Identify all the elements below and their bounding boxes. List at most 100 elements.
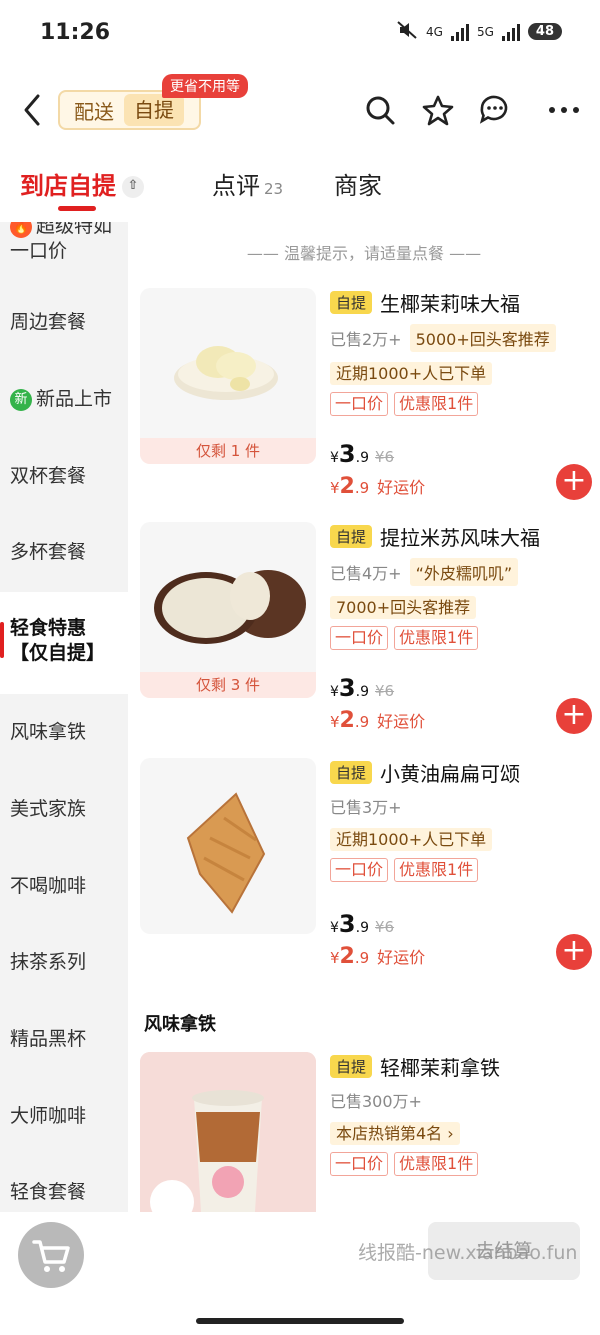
pickup-tag: 自提 bbox=[330, 290, 373, 314]
status-time: 11:26 bbox=[40, 20, 111, 45]
product-image[interactable] bbox=[140, 1052, 316, 1212]
deal-label: 好运价 bbox=[377, 478, 426, 497]
deal-decimal: .9 bbox=[354, 479, 370, 497]
sidebar-item-sublabel: 【仅自提】 bbox=[10, 642, 106, 664]
back-arrow-icon[interactable] bbox=[18, 92, 48, 128]
product-card[interactable]: 自提 轻椰茉莉拿铁 已售300万+ 本店热销第4名 › 一口价 优惠限1件 bbox=[140, 1052, 592, 1212]
product-card[interactable]: 自提 小黄油扁扁可颂 已售3万+ 近期1000+人已下单 一口价 优惠限1件 ¥3.… bbox=[140, 758, 592, 983]
search-icon[interactable] bbox=[364, 94, 396, 126]
price-decimal: .9 bbox=[355, 920, 369, 936]
product-image[interactable] bbox=[140, 758, 316, 934]
sidebar-item-label: 多杯套餐 bbox=[10, 541, 87, 563]
orders-badge: 近期1000+人已下单 bbox=[330, 362, 493, 385]
pickup-tag: 自提 bbox=[330, 760, 373, 784]
sidebar-item-label: 轻食特惠 bbox=[10, 617, 87, 639]
add-to-cart-button[interactable]: + bbox=[556, 464, 592, 500]
sidebar-item-matcha[interactable]: 抹茶系列 bbox=[0, 950, 128, 975]
deal-decimal: .9 bbox=[354, 949, 370, 967]
recommend-badge: 7000+回头客推荐 bbox=[330, 596, 477, 619]
sidebar-item-double-cup[interactable]: 双杯套餐 bbox=[0, 464, 128, 489]
tab-merchant[interactable]: 商家 bbox=[334, 166, 382, 201]
section-title: 风味拿铁 bbox=[144, 1014, 216, 1035]
promo-tag-limit: 优惠限1件 bbox=[394, 1152, 479, 1176]
tab-bar: 到店自提 ⇧ 点评 23 商家 bbox=[0, 160, 600, 216]
product-name: 小黄油扁扁可颂 bbox=[380, 761, 521, 786]
price-integer: 3 bbox=[338, 440, 356, 468]
deal-price: ¥2.9 好运价 bbox=[330, 708, 425, 733]
sidebar-item-sublabel: 一口价 bbox=[10, 240, 68, 262]
promo-tag-limit: 优惠限1件 bbox=[394, 626, 479, 650]
currency-symbol: ¥ bbox=[330, 450, 339, 466]
currency-symbol: ¥ bbox=[330, 920, 339, 936]
sidebar-item-label: 超级特如 bbox=[36, 222, 113, 237]
new-badge-icon: 新 bbox=[10, 388, 32, 411]
signal-icon bbox=[501, 23, 520, 41]
sidebar-item-label: 风味拿铁 bbox=[10, 721, 87, 743]
sidebar-item-light-food-set[interactable]: 轻食套餐 bbox=[0, 1180, 128, 1205]
watermark: 线报酷-new.xianbao.fun bbox=[358, 1242, 578, 1264]
collapse-icon[interactable]: ⇧ bbox=[122, 176, 144, 198]
sidebar-item-multi-cup[interactable]: 多杯套餐 bbox=[0, 540, 128, 565]
original-price: ¥6 bbox=[374, 918, 395, 936]
tab-label: 商家 bbox=[334, 172, 382, 200]
sidebar-item-merch-set[interactable]: 周边套餐 bbox=[0, 310, 128, 335]
product-image[interactable]: 仅剩 1 件 bbox=[140, 288, 316, 464]
price: ¥3.9 ¥6 bbox=[330, 440, 394, 468]
tab-reviews[interactable]: 点评 23 bbox=[212, 166, 283, 201]
review-quote-badge: “外皮糯叽叽” bbox=[409, 558, 519, 586]
sidebar-item-non-coffee[interactable]: 不喝咖啡 bbox=[0, 874, 128, 899]
sidebar-item-flavor-latte[interactable]: 风味拿铁 bbox=[0, 720, 128, 745]
promo-tag-fixed-price: 一口价 bbox=[330, 1152, 389, 1176]
sidebar-item-master-coffee[interactable]: 大师咖啡 bbox=[0, 1104, 128, 1129]
mute-icon bbox=[396, 20, 418, 43]
delivery-option[interactable]: 配送 bbox=[64, 96, 124, 125]
status-bar: 11:26 4G 5G 48 bbox=[0, 0, 600, 64]
sold-count: 已售2万+ bbox=[330, 330, 402, 349]
nav-bar: 配送 自提 更省不用等 bbox=[0, 70, 600, 150]
sidebar-item-label: 双杯套餐 bbox=[10, 465, 87, 487]
ranking-badge[interactable]: 本店热销第4名 › bbox=[330, 1122, 460, 1145]
sidebar-item-black-cup[interactable]: 精品黑杯 bbox=[0, 1027, 128, 1052]
deal-label: 好运价 bbox=[377, 948, 426, 967]
product-info: 自提 提拉米苏风味大福 已售4万+ “外皮糯叽叽” 7000+回头客推荐 一口价 优惠… bbox=[330, 522, 592, 650]
sidebar-item-new[interactable]: 新新品上市 bbox=[0, 387, 128, 412]
sidebar-item-americano[interactable]: 美式家族 bbox=[0, 797, 128, 822]
cart-button[interactable] bbox=[18, 1222, 84, 1288]
sidebar-item-label: 不喝咖啡 bbox=[10, 875, 87, 897]
add-to-cart-button[interactable]: + bbox=[556, 698, 592, 734]
stock-label: 仅剩 1 件 bbox=[140, 438, 316, 464]
pickup-option[interactable]: 自提 bbox=[124, 94, 184, 126]
product-image[interactable]: 仅剩 3 件 bbox=[140, 522, 316, 698]
fire-icon: 🔥 bbox=[10, 222, 32, 238]
sold-count: 已售4万+ bbox=[330, 564, 402, 583]
home-indicator bbox=[196, 1318, 404, 1324]
product-name: 轻椰茉莉拿铁 bbox=[380, 1055, 501, 1080]
cart-icon bbox=[32, 1240, 70, 1272]
tab-label: 到店自提 bbox=[20, 172, 116, 200]
currency-symbol: ¥ bbox=[330, 684, 339, 700]
promo-tag-fixed-price: 一口价 bbox=[330, 626, 389, 650]
product-card[interactable]: 仅剩 3 件 自提 提拉米苏风味大福 已售4万+ “外皮糯叽叽” 7000+回头客推… bbox=[140, 522, 592, 747]
more-icon[interactable] bbox=[548, 94, 580, 126]
tab-pickup[interactable]: 到店自提 ⇧ bbox=[20, 166, 144, 201]
product-card[interactable]: 仅剩 1 件 自提 生椰茉莉味大福 已售2万+ 5000+回头客推荐 近期1000+… bbox=[140, 288, 592, 513]
tab-label: 点评 bbox=[212, 172, 260, 200]
recommend-badge: 5000+回头客推荐 bbox=[409, 324, 556, 352]
price: ¥3.9 ¥6 bbox=[330, 910, 394, 938]
star-icon[interactable] bbox=[422, 94, 454, 126]
product-name: 生椰茉莉味大福 bbox=[380, 291, 521, 316]
add-to-cart-button[interactable]: + bbox=[556, 934, 592, 970]
currency-symbol: ¥ bbox=[330, 949, 340, 967]
service-chat-icon[interactable] bbox=[478, 94, 510, 126]
active-indicator bbox=[0, 622, 4, 658]
net-4g-label: 4G bbox=[426, 24, 443, 39]
product-info: 自提 轻椰茉莉拿铁 已售300万+ 本店热销第4名 › 一口价 优惠限1件 bbox=[330, 1052, 592, 1176]
pickup-tag: 自提 bbox=[330, 524, 373, 548]
sidebar-item-light-food[interactable]: 轻食特惠 【仅自提】 bbox=[0, 592, 128, 694]
product-info: 自提 生椰茉莉味大福 已售2万+ 5000+回头客推荐 近期1000+人已下单 一口… bbox=[330, 288, 592, 416]
signal-icon bbox=[450, 23, 469, 41]
sidebar-item-super-deal[interactable]: 🔥 超级特如 一口价 bbox=[0, 222, 128, 274]
original-price: ¥6 bbox=[374, 682, 395, 700]
price-integer: 3 bbox=[338, 910, 356, 938]
bottom-bar: 去结算 线报酷-new.xianbao.fun bbox=[0, 1212, 600, 1302]
